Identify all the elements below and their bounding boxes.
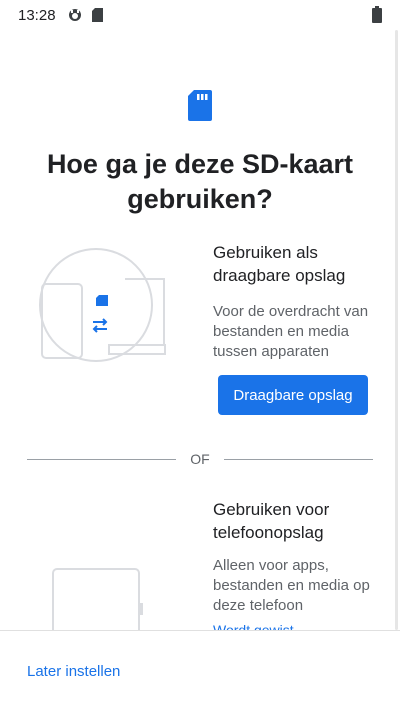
- bottom-bar: Later instellen: [0, 630, 400, 711]
- portable-storage-illustration: [39, 248, 166, 362]
- status-bar: 13:28: [0, 0, 400, 30]
- divider-label: OF: [190, 451, 210, 467]
- phone-storage-illustration: [52, 568, 143, 638]
- notification-app-icon: [68, 9, 81, 21]
- internal-option-warning: Wordt gewist...: [213, 622, 306, 630]
- portable-option-title: Gebruiken als draagbare opslag: [213, 243, 346, 285]
- portable-option-description: Voor de overdracht van bestanden en medi…: [213, 303, 369, 360]
- page-title: Hoe ga je deze SD-kaart gebruiken?: [46, 149, 354, 214]
- internal-option-description: Alleen voor apps, bestanden en media op …: [213, 557, 370, 614]
- divider-line-left: [27, 458, 177, 460]
- battery-icon: [372, 6, 382, 23]
- sd-card-icon: [91, 8, 103, 22]
- divider-line-right: [223, 458, 374, 460]
- status-icons: [68, 8, 103, 22]
- scrollbar[interactable]: [395, 30, 398, 630]
- sd-card-hero-icon: [188, 90, 212, 121]
- later-setup-button[interactable]: Later instellen: [27, 663, 120, 680]
- internal-option-title: Gebruiken voor telefoonopslag: [213, 500, 330, 542]
- status-time: 13:28: [18, 6, 56, 24]
- portable-storage-button[interactable]: Draagbare opslag: [218, 375, 368, 415]
- or-divider: OF: [27, 451, 374, 467]
